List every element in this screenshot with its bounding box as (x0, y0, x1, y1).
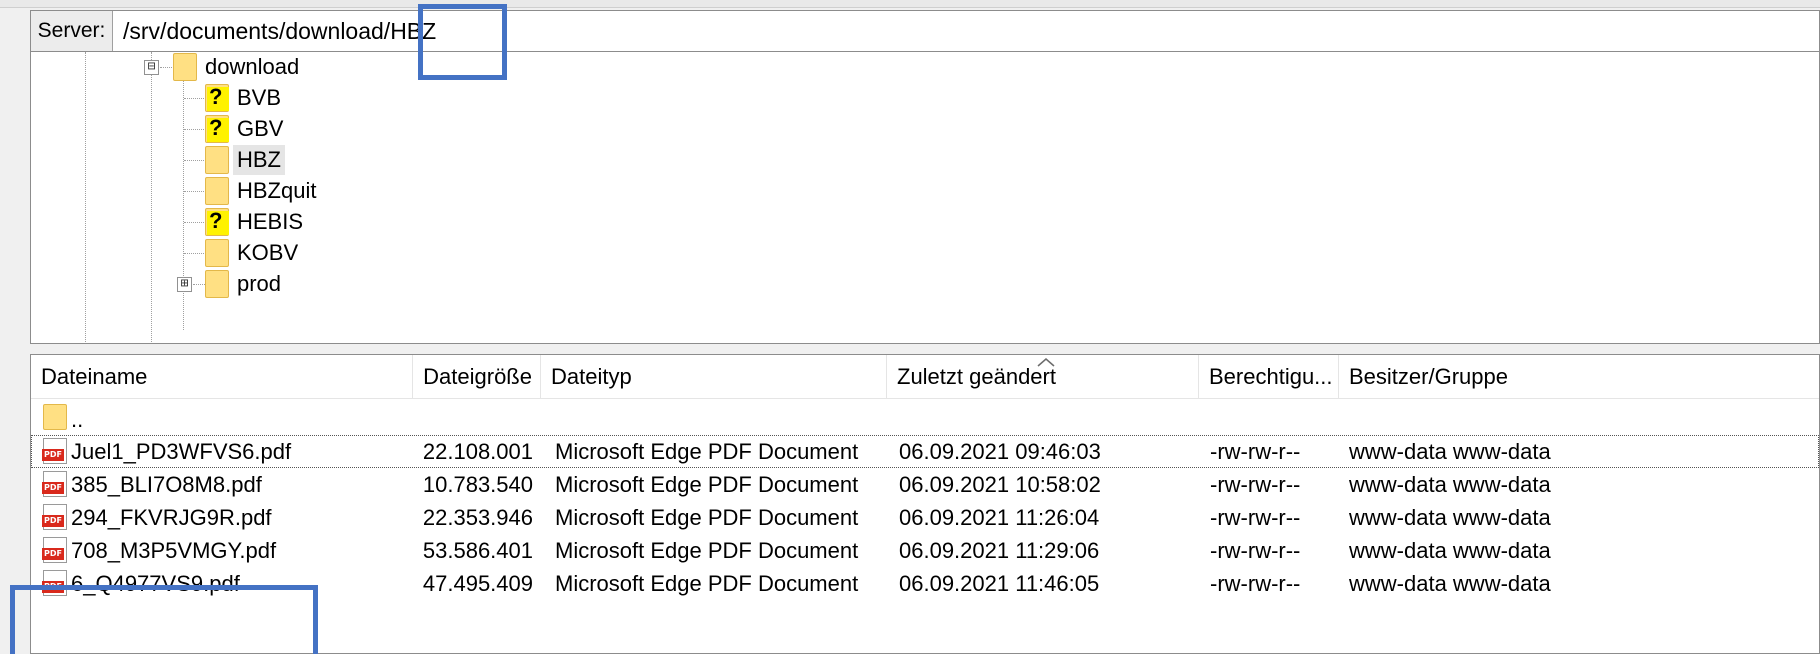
cell-type: Microsoft Edge PDF Document (555, 439, 859, 464)
cell-owner: www-data www-data (1349, 472, 1551, 497)
folder-icon (173, 53, 197, 81)
pdf-file-icon: PDF (42, 537, 67, 563)
cell-permissions: -rw-rw-r-- (1210, 538, 1301, 563)
tree-item-label: HBZ (233, 145, 285, 175)
server-path-input[interactable] (121, 11, 1819, 51)
tree-connector (184, 253, 204, 254)
collapse-expander-icon[interactable]: ⊟ (144, 60, 159, 75)
tree-connector (184, 160, 204, 161)
cell-size: 22.353.946 (422, 505, 533, 530)
cell-type: Microsoft Edge PDF Document (555, 505, 859, 530)
pdf-file-icon: PDF (42, 438, 67, 464)
cell-filename: 294_FKVRJG9R.pdf (71, 505, 272, 530)
column-header-row: Dateiname Dateigröße Dateityp Zuletzt ge… (31, 355, 1819, 399)
cell-filename: Juel1_PD3WFVS6.pdf (71, 439, 292, 464)
pdf-file-icon: PDF (42, 471, 67, 497)
question-folder-icon (205, 208, 229, 236)
column-header-modified-label: Zuletzt geändert (897, 364, 1056, 389)
server-label: Server: (31, 11, 113, 51)
cell-owner: www-data www-data (1349, 439, 1551, 464)
cell-filename: 708_M3P5VMGY.pdf (71, 538, 277, 563)
tree-connector (184, 222, 204, 223)
column-header-owner[interactable]: Besitzer/Gruppe (1339, 355, 1819, 399)
folder-icon (205, 239, 229, 267)
tree-guide-line (85, 52, 86, 343)
tree-guide-line (151, 52, 152, 343)
cell-permissions: -rw-rw-r-- (1210, 439, 1301, 464)
tree-connector (184, 191, 204, 192)
cell-size: 47.495.409 (422, 571, 533, 596)
cell-modified: 06.09.2021 11:26:04 (899, 505, 1100, 530)
sort-ascending-icon (1037, 358, 1055, 367)
tree-guide-line (183, 80, 184, 330)
folder-icon (205, 177, 229, 205)
tree-item-label: BVB (237, 85, 282, 110)
column-header-type[interactable]: Dateityp (541, 355, 887, 399)
tree-item-label: HBZquit (237, 178, 317, 203)
folder-icon (43, 404, 67, 430)
cell-owner: www-data www-data (1349, 505, 1551, 530)
folder-icon (205, 146, 229, 174)
cell-type: Microsoft Edge PDF Document (555, 472, 859, 497)
tree-item-label: GBV (237, 116, 284, 141)
parent-directory-label: .. (71, 407, 84, 432)
cell-modified: 06.09.2021 11:46:05 (899, 571, 1100, 596)
highlight-box-file (10, 585, 318, 654)
cell-filename: 385_BLI7O8M8.pdf (71, 472, 262, 497)
cell-modified: 06.09.2021 10:58:02 (899, 472, 1101, 497)
table-row[interactable]: PDF 294_FKVRJG9R.pdf 22.353.946 Microsof… (31, 501, 1819, 534)
tree-item-label: HEBIS (237, 209, 304, 234)
question-folder-icon (205, 84, 229, 112)
table-row[interactable]: PDF 385_BLI7O8M8.pdf 10.783.540 Microsof… (31, 468, 1819, 501)
cell-type: Microsoft Edge PDF Document (555, 538, 859, 563)
column-header-size[interactable]: Dateigröße (413, 355, 541, 399)
pane-splitter[interactable] (30, 344, 1820, 354)
tree-connector (160, 67, 172, 68)
tree-item-label: KOBV (237, 240, 299, 265)
tree-item-label: prod (237, 271, 282, 296)
tree-item-download[interactable]: download (201, 52, 303, 82)
cell-modified: 06.09.2021 11:29:06 (899, 538, 1100, 563)
table-row[interactable]: PDF Juel1_PD3WFVS6.pdf 22.108.001 Micros… (31, 435, 1819, 468)
expand-expander-icon[interactable]: ⊞ (177, 277, 192, 292)
tree-connector (184, 129, 204, 130)
list-item-parent-directory[interactable]: .. (31, 401, 1819, 434)
cell-permissions: -rw-rw-r-- (1210, 472, 1301, 497)
tree-connector (193, 284, 205, 285)
cell-permissions: -rw-rw-r-- (1210, 505, 1301, 530)
cell-modified: 06.09.2021 09:46:03 (899, 439, 1101, 464)
table-row[interactable]: PDF 708_M3P5VMGY.pdf 53.586.401 Microsof… (31, 534, 1819, 567)
column-header-permissions[interactable]: Berechtigu... (1199, 355, 1339, 399)
folder-icon (205, 270, 229, 298)
cell-size: 10.783.540 (422, 472, 533, 497)
cell-permissions: -rw-rw-r-- (1210, 571, 1301, 596)
cell-owner: www-data www-data (1349, 538, 1551, 563)
server-path-bar: Server: (30, 10, 1820, 52)
remote-directory-tree[interactable]: ⊟ download BVB GBV HBZ HBZquit HEBIS KOB… (30, 52, 1820, 344)
cell-type: Microsoft Edge PDF Document (555, 571, 859, 596)
cell-size: 22.108.001 (422, 439, 533, 464)
cell-owner: www-data www-data (1349, 571, 1551, 596)
cell-size: 53.586.401 (422, 538, 533, 563)
question-folder-icon (205, 115, 229, 143)
tree-connector (184, 98, 204, 99)
column-header-filename[interactable]: Dateiname (31, 355, 413, 399)
pdf-file-icon: PDF (42, 504, 67, 530)
window-top-edge (0, 0, 1820, 8)
highlight-box-path-hbz (418, 4, 507, 80)
